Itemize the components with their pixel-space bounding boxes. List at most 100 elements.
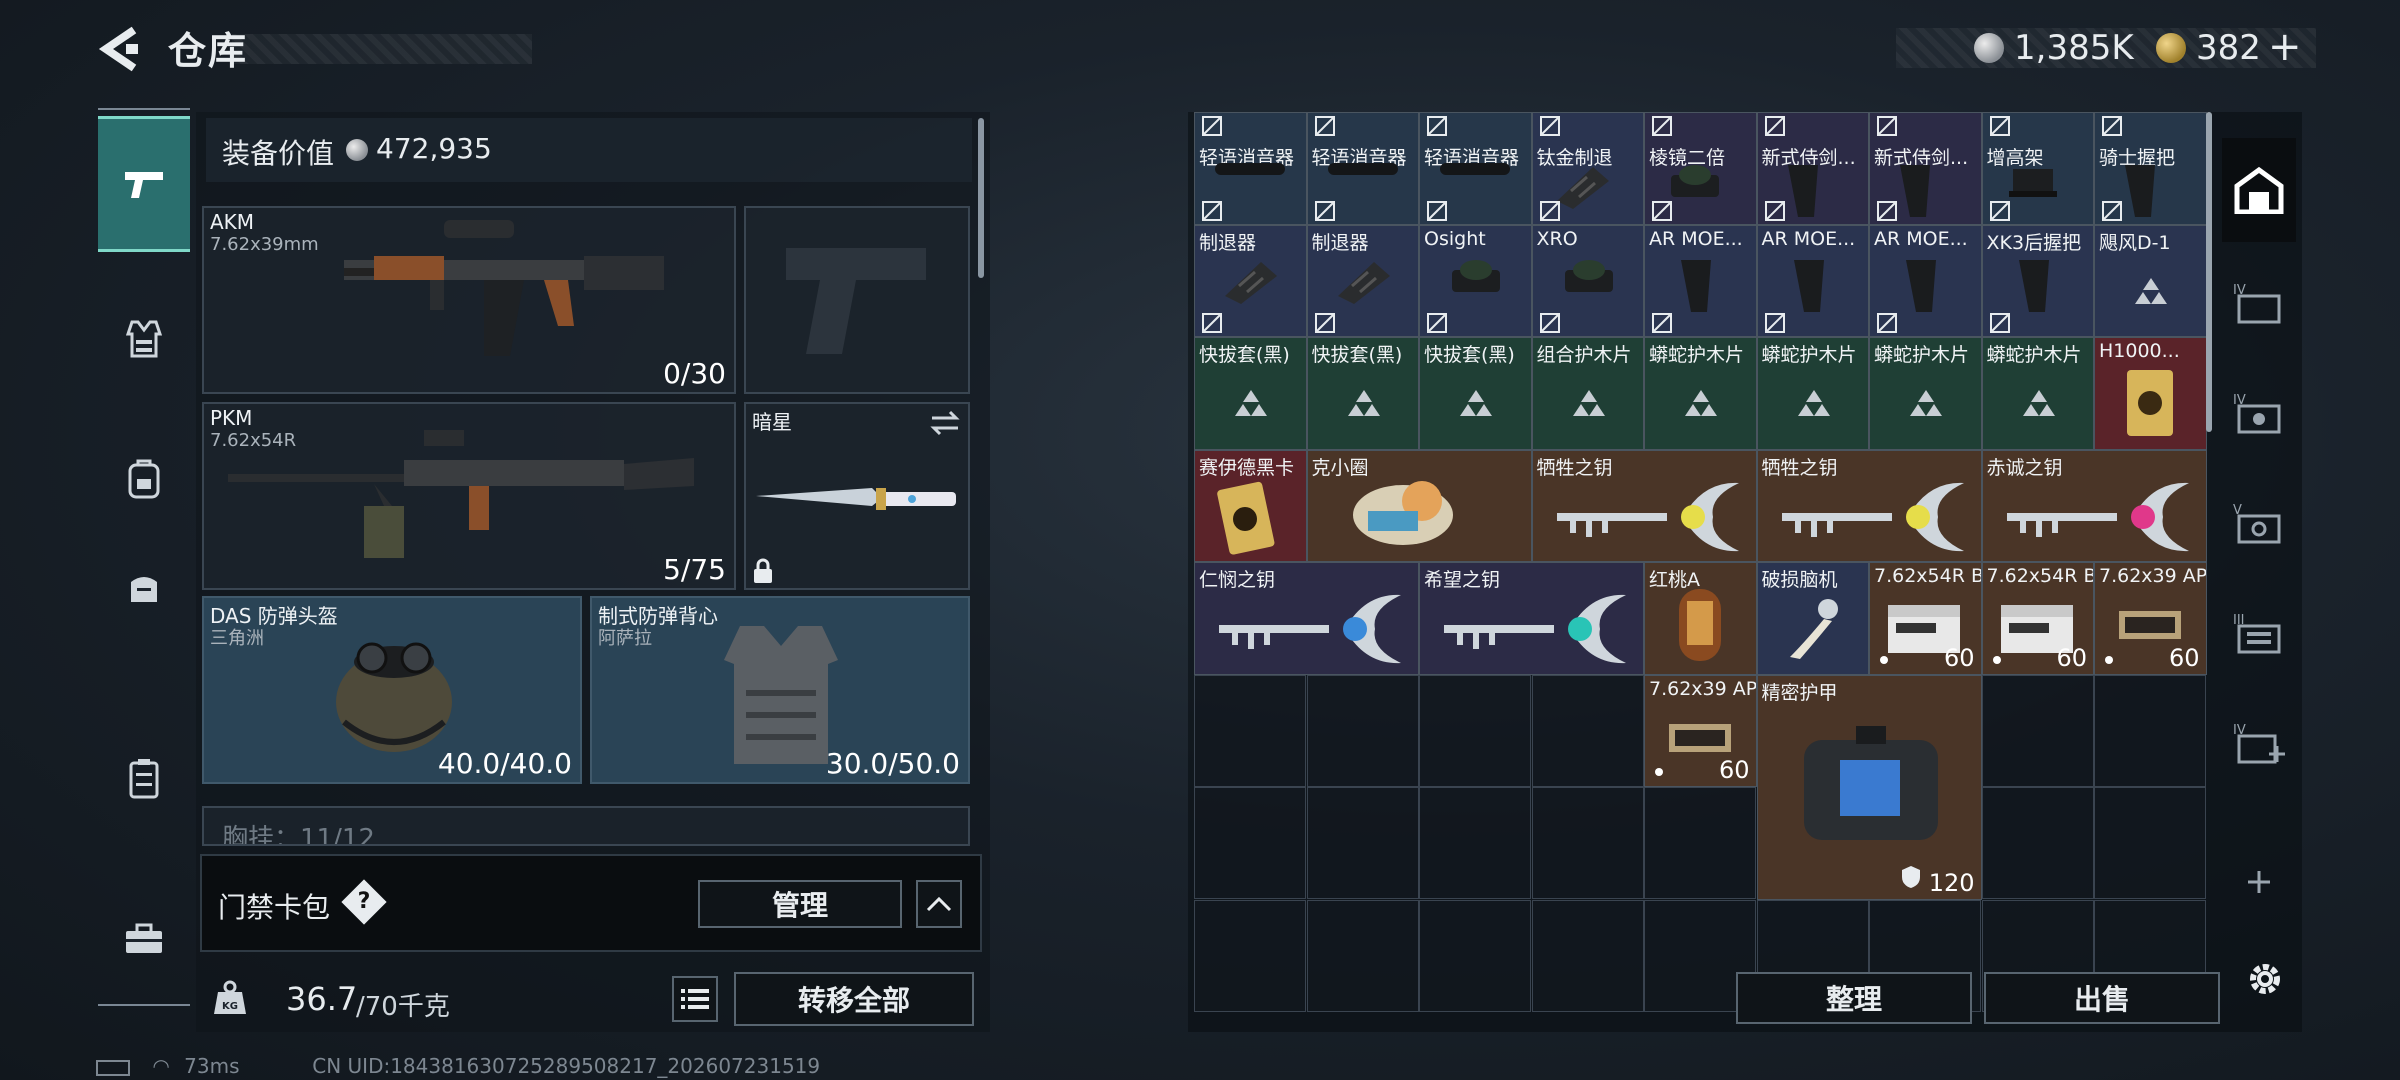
empty-cell[interactable] xyxy=(1981,674,2094,787)
storage-item[interactable]: H1000... xyxy=(2094,337,2207,450)
helmet-durability: 40.0/40.0 xyxy=(437,747,572,780)
no-preview-icon xyxy=(1876,115,1898,137)
no-preview-icon xyxy=(1876,312,1898,334)
storage-item[interactable]: 蟒蛇护木片 xyxy=(1981,337,2094,450)
transfer-all-button[interactable]: 转移全部 xyxy=(734,972,974,1026)
storage-item[interactable]: 轻语消音器 xyxy=(1419,112,1532,225)
list-view-button[interactable] xyxy=(672,976,718,1022)
storage-item[interactable]: 蟒蛇护木片 xyxy=(1644,337,1757,450)
storage-item[interactable]: 希望之钥 xyxy=(1419,562,1644,675)
empty-cell[interactable] xyxy=(1306,674,1419,787)
storage-item[interactable]: 制退器 xyxy=(1194,224,1307,337)
storage-item[interactable]: 新式侍剑... xyxy=(1869,112,1982,225)
storage-item[interactable]: 棱镜二倍 xyxy=(1644,112,1757,225)
empty-cell[interactable] xyxy=(2094,674,2206,787)
empty-cell[interactable] xyxy=(1419,899,1531,1012)
storage-item[interactable]: 7.62x39 AP 60 xyxy=(2094,562,2207,675)
storage-item[interactable]: 仁悯之钥 xyxy=(1194,562,1419,675)
empty-cell[interactable] xyxy=(1306,787,1419,899)
storage-item[interactable]: AR MOE... xyxy=(1644,224,1757,337)
tool-add-storage[interactable] xyxy=(2222,852,2296,912)
storage-item[interactable]: 克小圈 xyxy=(1306,449,1532,562)
tool-medical[interactable]: IV xyxy=(2222,692,2296,792)
pistol-slot[interactable] xyxy=(744,206,970,394)
tool-all-storage[interactable] xyxy=(2222,138,2296,242)
empty-cell[interactable] xyxy=(1306,899,1419,1012)
nav-armor[interactable] xyxy=(98,268,190,408)
primary-weapon-slot[interactable]: AKM 7.62x39mm 0/30 xyxy=(202,206,736,394)
empty-cell[interactable] xyxy=(1531,899,1644,1012)
empty-cell[interactable] xyxy=(1194,674,1306,787)
storage-item[interactable]: AR MOE... xyxy=(1869,224,1982,337)
storage-item[interactable]: 飓风D-1 xyxy=(2094,224,2207,337)
storage-item[interactable]: Osight xyxy=(1419,224,1532,337)
sort-button[interactable]: 整理 xyxy=(1736,972,1972,1024)
storage-item[interactable]: 组合护木片 xyxy=(1531,337,1644,450)
nav-weapons[interactable] xyxy=(98,116,190,252)
key-icon xyxy=(1440,589,1640,673)
tool-valuables[interactable]: V xyxy=(2222,472,2296,572)
settings-button[interactable] xyxy=(2242,956,2288,1002)
armor-slot[interactable]: 制式防弹背心 阿萨拉 30.0/50.0 xyxy=(590,596,970,784)
storage-item[interactable]: AR MOE... xyxy=(1756,224,1869,337)
manage-button[interactable]: 管理 xyxy=(698,880,902,928)
help-button[interactable]: ? xyxy=(341,879,387,925)
swap-icon[interactable] xyxy=(930,410,960,436)
armor-value: 120 xyxy=(1928,868,1975,897)
empty-cell[interactable] xyxy=(1531,787,1644,899)
storage-item[interactable]: 赛伊德黑卡 xyxy=(1194,449,1307,562)
nav-rig[interactable] xyxy=(98,708,190,848)
storage-item[interactable]: 轻语消音器 xyxy=(1306,112,1419,225)
storage-item[interactable]: 快拔套(黑) xyxy=(1419,337,1532,450)
empty-cell[interactable] xyxy=(1194,787,1306,899)
empty-cell[interactable] xyxy=(1419,674,1531,787)
secondary-weapon-slot[interactable]: PKM 7.62x54R 5/75 xyxy=(202,402,736,590)
empty-cell[interactable] xyxy=(1981,787,2094,899)
storage-item[interactable]: 蟒蛇护木片 xyxy=(1756,337,1869,450)
add-currency-button[interactable]: + xyxy=(2268,24,2302,70)
storage-item[interactable]: 牺牲之钥 xyxy=(1531,449,1757,562)
storage-item[interactable]: 蟒蛇护木片 xyxy=(1869,337,1982,450)
storage-item[interactable]: 精密护甲 120 xyxy=(1756,674,1982,900)
attachment-icon xyxy=(1327,161,1398,181)
nav-toolbox[interactable] xyxy=(98,868,190,1008)
storage-item[interactable]: XRO xyxy=(1531,224,1644,337)
storage-item[interactable]: XK3后握把 xyxy=(1981,224,2094,337)
storage-item[interactable]: 轻语消音器 xyxy=(1194,112,1307,225)
chest-rig-slot[interactable]: 胸挂：11/12 xyxy=(202,806,970,846)
tool-attachments[interactable]: IV xyxy=(2222,252,2296,352)
empty-cell[interactable] xyxy=(1419,787,1531,899)
sell-button[interactable]: 出售 xyxy=(1984,972,2220,1024)
nav-bag[interactable] xyxy=(98,518,190,658)
user-uid: CN UID:18438163072528950821​7_2026072315… xyxy=(312,1054,821,1078)
expand-button[interactable] xyxy=(916,880,962,928)
back-button[interactable] xyxy=(96,24,142,74)
storage-item[interactable]: 7.62x54R B 60 xyxy=(1869,562,1982,675)
equipment-scrollbar[interactable] xyxy=(978,118,984,278)
ammo-count: 5/75 xyxy=(663,553,726,586)
storage-item[interactable]: 7.62x39 AP 60 xyxy=(1644,674,1757,787)
storage-item[interactable]: 赤诚之钥 xyxy=(1981,449,2207,562)
storage-item[interactable]: 红桃A xyxy=(1644,562,1757,675)
storage-scrollbar[interactable] xyxy=(2206,112,2212,432)
empty-cell[interactable] xyxy=(2094,787,2206,899)
storage-item[interactable]: 破损脑机 xyxy=(1756,562,1869,675)
storage-item[interactable]: 钛金制退 xyxy=(1531,112,1644,225)
empty-cell[interactable] xyxy=(1531,674,1644,787)
armor-durability: 30.0/50.0 xyxy=(825,747,960,780)
storage-item[interactable]: 新式侍剑... xyxy=(1756,112,1869,225)
helmet-slot[interactable]: DAS 防弹头盔 三角洲 40.0/40.0 xyxy=(202,596,582,784)
storage-item[interactable]: 7.62x54R B 60 xyxy=(1981,562,2094,675)
storage-item[interactable]: 快拔套(黑) xyxy=(1306,337,1419,450)
storage-item[interactable]: 快拔套(黑) xyxy=(1194,337,1307,450)
tool-ammo[interactable]: III xyxy=(2222,582,2296,682)
tool-keys[interactable]: IV xyxy=(2222,362,2296,462)
storage-item[interactable]: 牺牲之钥 xyxy=(1756,449,1982,562)
no-preview-icon xyxy=(1426,312,1448,334)
storage-item[interactable]: 制退器 xyxy=(1306,224,1419,337)
empty-cell[interactable] xyxy=(1644,787,1756,899)
storage-item[interactable]: 增高架 xyxy=(1981,112,2094,225)
empty-cell[interactable] xyxy=(1194,899,1306,1012)
melee-slot[interactable]: 暗星 xyxy=(744,402,970,590)
storage-item[interactable]: 骑士握把 xyxy=(2094,112,2207,225)
